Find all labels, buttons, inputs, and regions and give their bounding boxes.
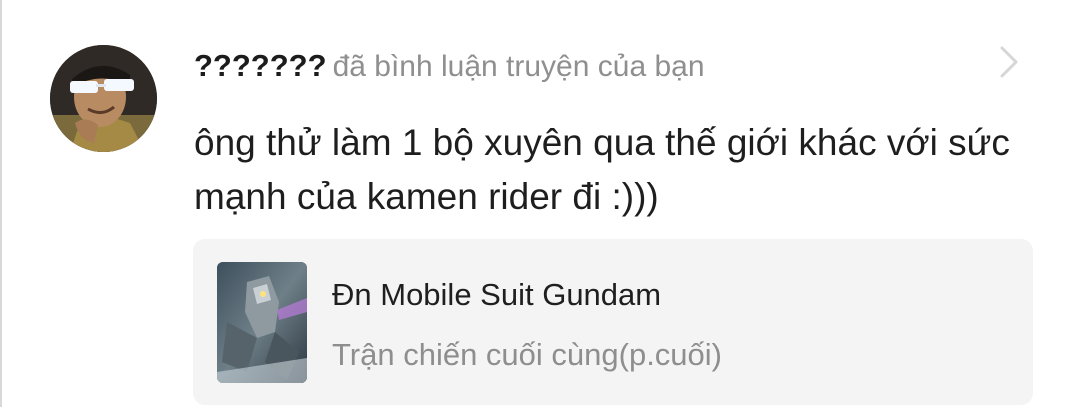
cover-artwork [217, 262, 307, 383]
action-text: đã bình luận truyện của bạn [332, 50, 705, 83]
comment-notification[interactable]: ??????? đã bình luận truyện của bạn ông t… [0, 0, 1080, 407]
story-card[interactable]: Đn Mobile Suit Gundam Trận chiến cuối cù… [193, 239, 1033, 405]
notification-header: ??????? đã bình luận truyện của bạn [194, 46, 705, 86]
username[interactable]: ??????? [194, 48, 327, 83]
story-title[interactable]: Đn Mobile Suit Gundam [332, 275, 661, 315]
story-cover-image [217, 262, 307, 383]
chevron-right-icon[interactable] [998, 44, 1020, 80]
chapter-title: Trận chiến cuối cùng(p.cuối) [332, 337, 722, 372]
comment-text: ông thử làm 1 bộ xuyên qua thế giới khác… [194, 122, 1010, 217]
avatar-image [50, 45, 157, 152]
user-avatar[interactable] [50, 45, 157, 152]
